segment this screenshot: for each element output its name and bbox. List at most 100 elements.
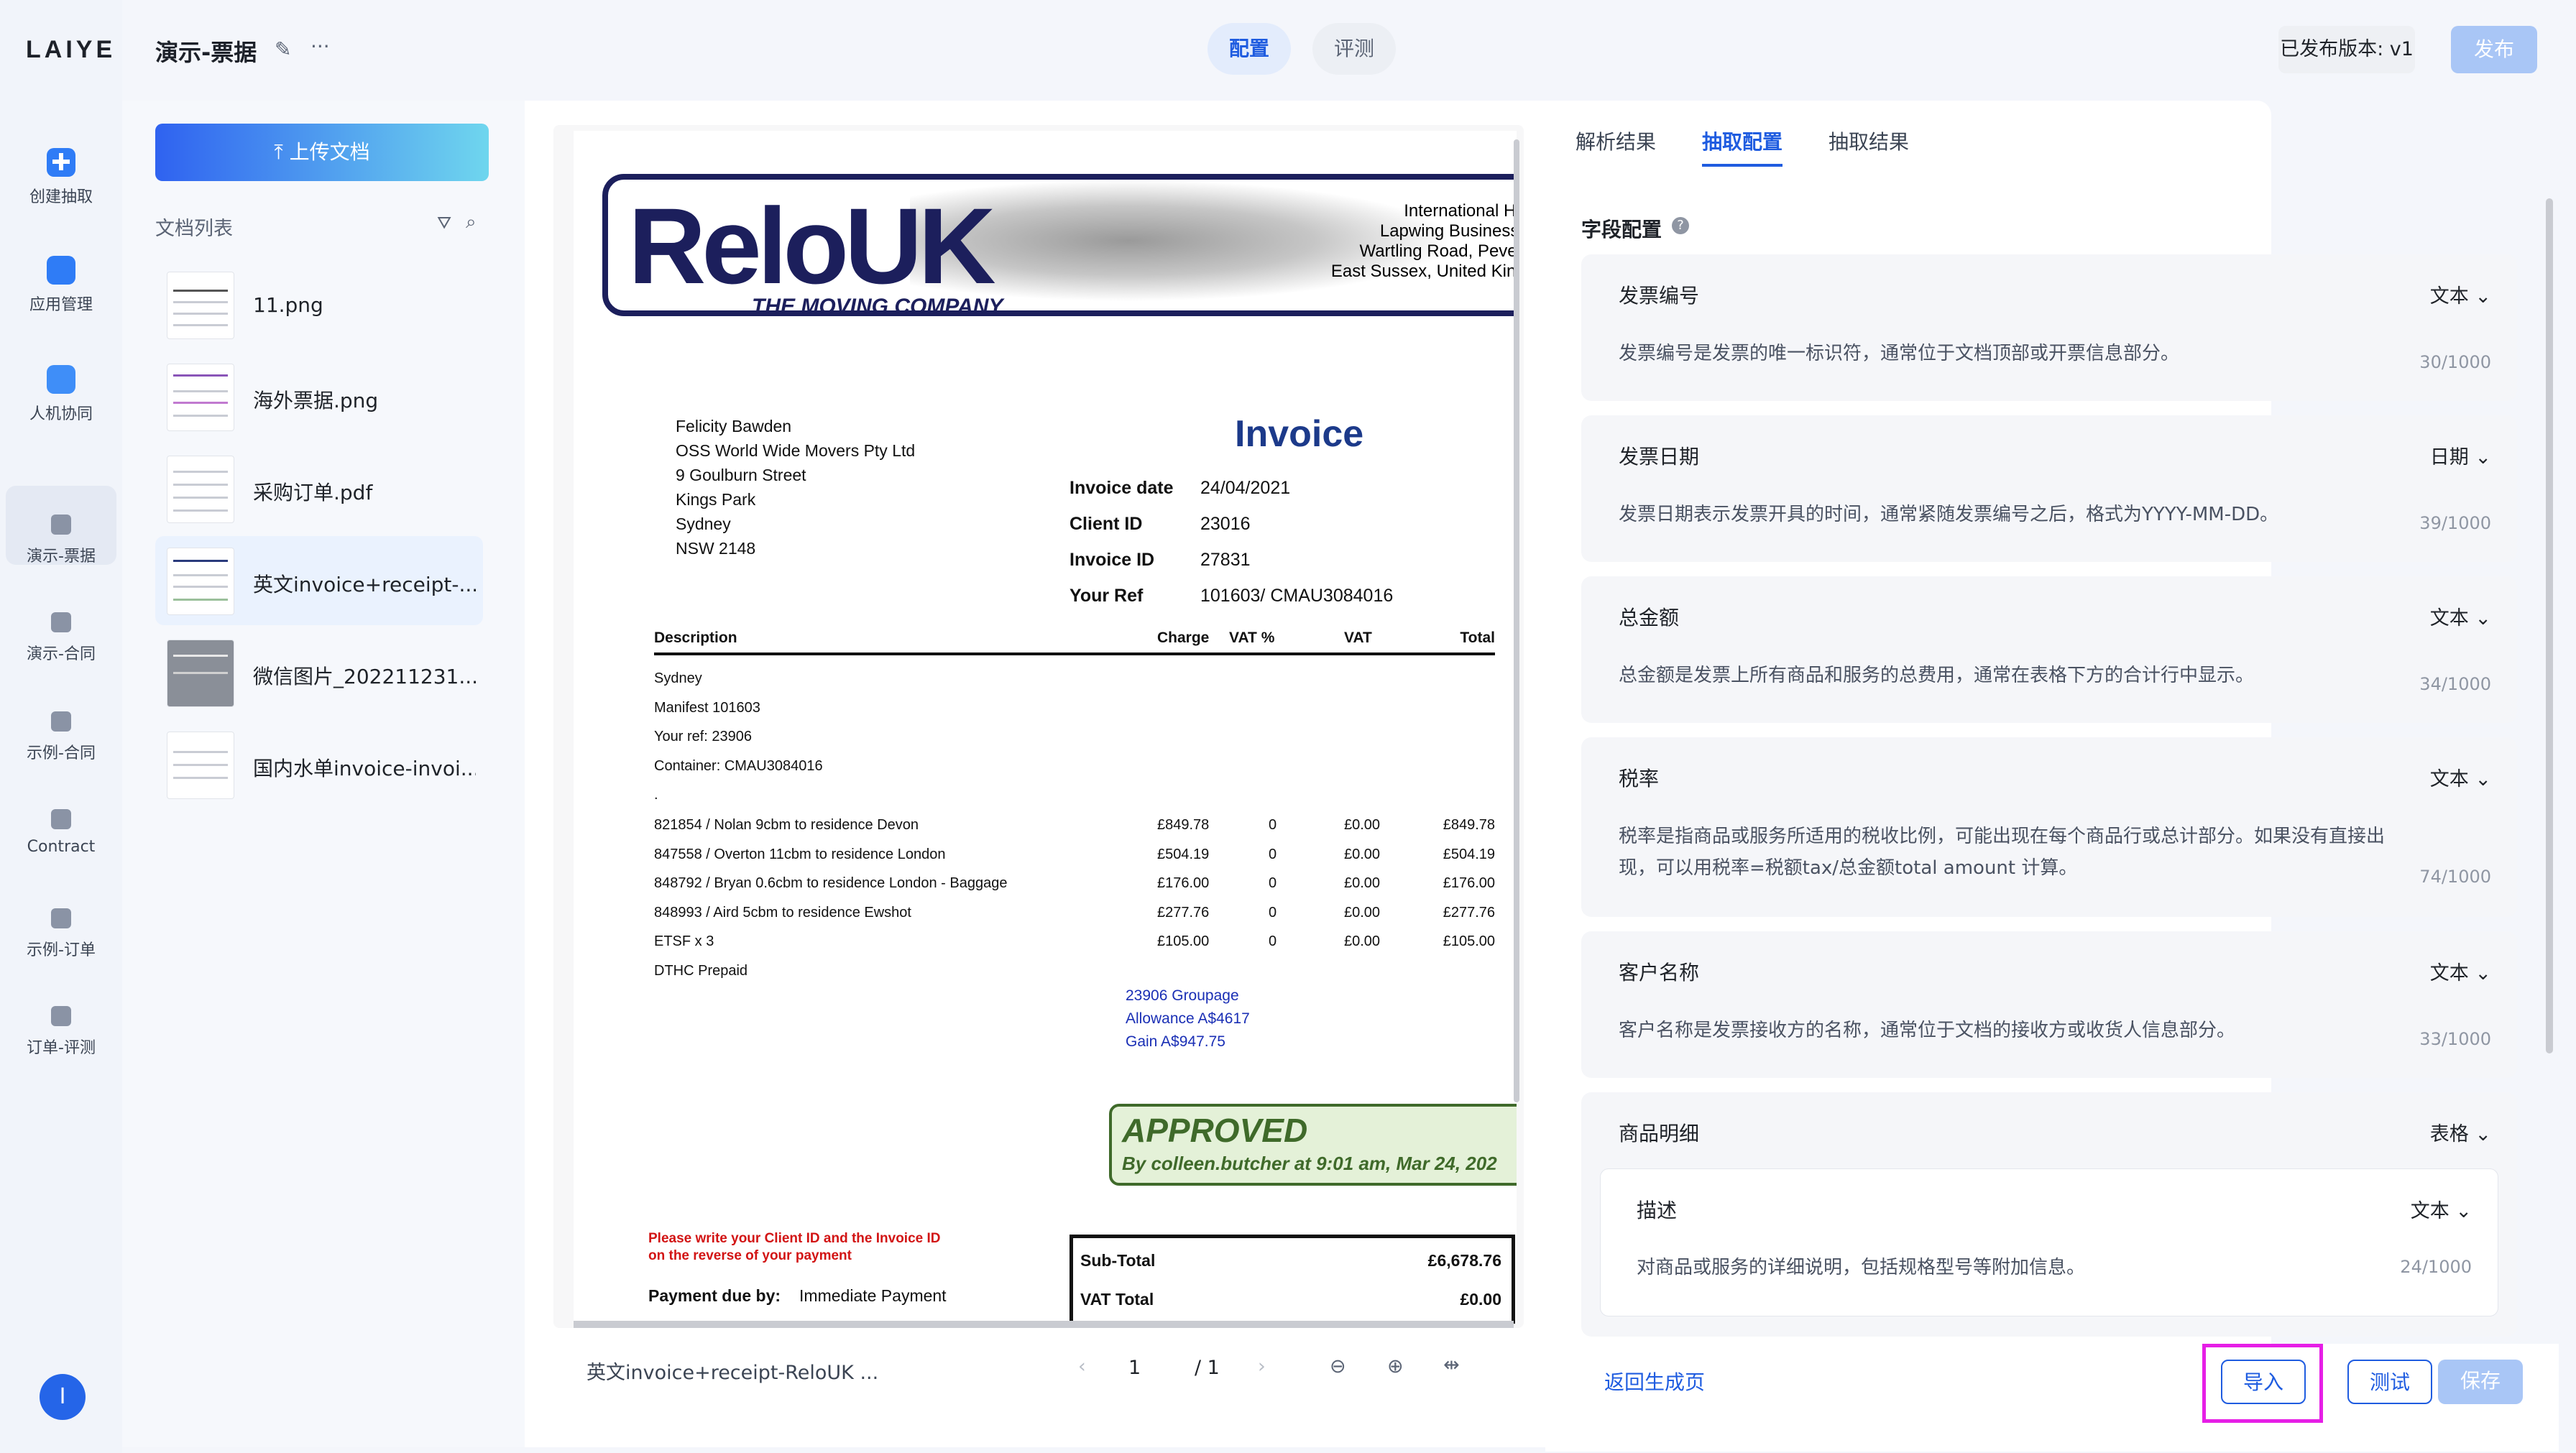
doc-item[interactable]: 11.png [155,260,483,349]
doc-thumbnail [167,364,234,431]
field-type-select[interactable]: 文本 ⌄ [2430,763,2491,791]
edit-title-icon[interactable]: ✎ [275,37,291,61]
viewer-scrollbar[interactable] [1514,139,1519,1102]
nav-label: 演示-票据 [27,548,96,566]
field-type-select[interactable]: 文本 ⌄ [2430,602,2491,630]
zoom-in-icon[interactable]: ⊕ [1387,1355,1404,1378]
nav-demo-contract[interactable]: 演示-合同 [6,583,116,663]
field-type-select[interactable]: 表格 ⌄ [2430,1118,2491,1146]
field-type-select[interactable]: 文本 ⌄ [2430,280,2491,308]
edit-doc-icon [51,908,71,928]
more-icon[interactable]: ··· [310,34,330,58]
viewer-filename: 英文invoice+receipt-ReloUK ... [586,1362,879,1384]
field-name: 商品明细 [1619,1122,1700,1145]
tab-config[interactable]: 配置 [1208,23,1292,75]
search-icon[interactable]: ⌕ [466,211,477,234]
nav-human-in-loop[interactable]: 人机协同 [6,346,116,425]
field-description[interactable]: 发票日期表示发票开具的时间，通常紧随发票编号之后，格式为YYYY-MM-DD。 [1619,499,2395,530]
nav-sample-contract[interactable]: 示例-合同 [6,683,116,762]
field-description[interactable]: 税率是指商品或服务所适用的税收比例，可能出现在每个商品行或总计部分。如果没有直接… [1619,821,2395,884]
sub-field-description[interactable]: 对商品或服务的详细说明，包括规格型号等附加信息。 [1637,1253,2085,1279]
doc-thumbnail [167,456,234,523]
nav-demo-invoice[interactable]: 演示-票据 [6,486,116,566]
next-page-icon[interactable]: › [1258,1355,1266,1378]
doc-list-label: 文档列表 [155,218,233,240]
nav-app-management[interactable]: 应用管理 [6,237,116,316]
char-count: 24/1000 [2400,1257,2472,1277]
config-scrollbar[interactable] [2546,198,2553,1053]
zoom-out-icon[interactable]: ⊖ [1330,1355,1346,1378]
field-type-select[interactable]: 日期 ⌄ [2430,441,2491,469]
table-row: 847558 / Overton 11cbm to residence Lond… [654,846,1495,862]
field-type-select[interactable]: 文本 ⌄ [2430,957,2491,985]
payment-note: Please write your Client ID and the Invo… [648,1231,941,1263]
nav-order-evaluation[interactable]: 订单-评测 [6,977,116,1057]
nav-sample-order[interactable]: 示例-订单 [6,880,116,959]
field-description[interactable]: 总金额是发票上所有商品和服务的总费用，通常在表格下方的合计行中显示。 [1619,660,2395,691]
invoice-line-items: 821854 / Nolan 9cbm to residence Devon £8… [654,811,1495,985]
publish-button[interactable]: 发布 [2451,26,2537,73]
import-button[interactable]: 导入 [2221,1360,2306,1404]
field-card[interactable]: 发票日期 日期 ⌄ 发票日期表示发票开具的时间，通常紧随发票编号之后，格式为YY… [1581,415,2517,562]
field-card[interactable]: 发票编号 文本 ⌄ 发票编号是发票的唯一标识符，通常位于文档顶部或开票信息部分。… [1581,254,2517,401]
doc-thumbnail [167,732,234,799]
active-tab-indicator [1702,164,1782,167]
tab-extract-config[interactable]: 抽取配置 [1702,126,1782,155]
char-count: 39/1000 [2419,513,2491,533]
handwritten-note: 23906 Groupage Allowance A$4617 Gain A$947… [1126,987,1250,1050]
filter-icon[interactable]: ⛛ [437,213,451,233]
doc-item[interactable]: 海外票据.png [155,352,483,441]
tab-extract-result[interactable]: 抽取结果 [1828,126,1909,155]
monitor-icon [47,365,75,394]
upload-document-button[interactable]: ⤒ 上传文档 [155,124,489,181]
company-tagline: THE MOVING COMPANY [752,295,1003,318]
field-description[interactable]: 客户名称是发票接收方的名称，通常位于文档的接收方或收货人信息部分。 [1619,1015,2395,1046]
config-panel: 解析结果 抽取配置 抽取结果 字段配置 ? 发票编号 文本 ⌄ 发票编号是发票的… [1545,101,2559,1452]
page-input[interactable]: 1 [1128,1357,1141,1379]
help-icon[interactable]: ? [1672,217,1689,234]
field-card[interactable]: 税率 文本 ⌄ 税率是指商品或服务所适用的税收比例，可能出现在每个商品行或总计部… [1581,737,2517,917]
folder-icon [47,256,75,285]
table-row: 821854 / Nolan 9cbm to residence Devon £8… [654,817,1495,833]
upload-label: 上传文档 [289,140,370,164]
edit-doc-icon [51,515,71,535]
doc-thumbnail [167,548,234,615]
back-to-generate-link[interactable]: 返回生成页 [1604,1367,1705,1396]
fit-width-icon[interactable]: ⇹ [1443,1354,1460,1376]
document-viewer[interactable]: ReloUK THE MOVING COMPANY International … [553,125,1524,1328]
user-avatar[interactable]: I [40,1374,86,1420]
doc-item[interactable]: 微信图片_202211231... [155,628,483,717]
field-name: 发票日期 [1619,445,1700,469]
doc-item[interactable]: 国内水单invoice-invoi... [155,720,483,809]
top-bar: 演示-票据 ✎ ··· 配置 评测 已发布版本: v1 发布 [122,0,2576,101]
sub-field-card[interactable]: 描述 文本 ⌄ 对商品或服务的详细说明，包括规格型号等附加信息。 24/1000 [1600,1168,2498,1316]
sub-field-type-select[interactable]: 文本 ⌄ [2411,1195,2472,1223]
nav-create-extraction[interactable]: 创建抽取 [6,129,116,208]
upload-icon: ⤒ [274,140,290,164]
doc-name: 11.png [253,293,323,317]
test-button[interactable]: 测试 [2347,1360,2432,1404]
doc-item-selected[interactable]: 英文invoice+receipt-... [155,536,483,625]
invoice-table-header: Description Charge VAT % VAT Total [654,629,1495,655]
table-field-card[interactable]: 商品明细 表格 ⌄ 描述 文本 ⌄ 对商品或服务的详细说明，包括规格型号等附加信… [1581,1092,2517,1337]
viewer-h-scrollbar[interactable] [574,1321,1514,1328]
nav-label: Contract [27,838,96,856]
field-name: 发票编号 [1619,284,1700,308]
prev-page-icon[interactable]: ‹ [1078,1355,1086,1378]
section-title: 字段配置 [1581,218,1662,241]
nav-label: 人机协同 [29,405,93,423]
page-total: / 1 [1195,1357,1220,1379]
doc-item[interactable]: 采购订单.pdf [155,444,483,533]
table-row: 848993 / Aird 5cbm to residence Ewshot £2… [654,904,1495,921]
doc-thumbnail [167,272,234,339]
invoice-meta: Invoice date 24/04/2021 Client ID 23016 In… [1070,478,1394,606]
tab-parse-result[interactable]: 解析结果 [1576,126,1656,155]
nav-contract[interactable]: Contract [6,780,116,859]
field-description[interactable]: 发票编号是发票的唯一标识符，通常位于文档顶部或开票信息部分。 [1619,338,2395,369]
tab-evaluation[interactable]: 评测 [1312,23,1397,75]
char-count: 74/1000 [2419,867,2491,887]
save-button[interactable]: 保存 [2438,1360,2523,1404]
field-card[interactable]: 总金额 文本 ⌄ 总金额是发票上所有商品和服务的总费用，通常在表格下方的合计行中… [1581,576,2517,723]
field-card[interactable]: 客户名称 文本 ⌄ 客户名称是发票接收方的名称，通常位于文档的接收方或收货人信息… [1581,931,2517,1078]
left-nav: LAIYE 创建抽取 应用管理 人机协同 演示-票据 演示-合同 示例-合同 C… [0,0,122,1453]
